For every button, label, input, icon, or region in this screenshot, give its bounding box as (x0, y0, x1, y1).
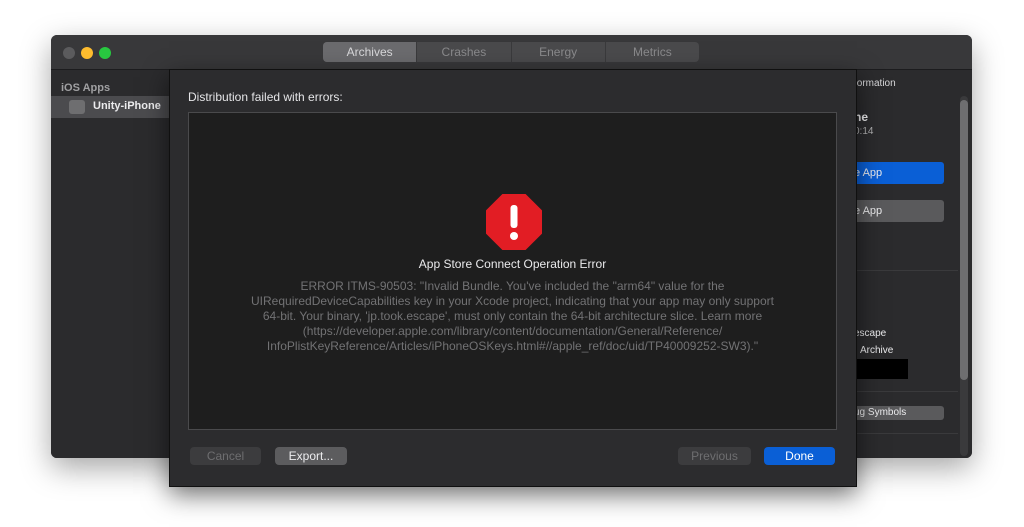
close-window-button[interactable] (63, 47, 75, 59)
export-button[interactable]: Export... (275, 447, 347, 465)
divider (854, 433, 958, 434)
download-debug-symbols-button[interactable]: ug Symbols (854, 406, 944, 420)
validate-app-button[interactable]: e App (854, 200, 944, 222)
error-title: App Store Connect Operation Error (418, 257, 607, 271)
sidebar-item-unity-iphone[interactable]: Unity-iPhone (51, 96, 169, 118)
title-bar: Archives Crashes Energy Metrics (51, 35, 972, 70)
bundle-identifier: escape (854, 328, 887, 339)
error-line: 64-bit. Your binary, 'jp.took.escape', m… (262, 309, 763, 323)
tab-metrics[interactable]: Metrics (606, 42, 699, 62)
done-button[interactable]: Done (764, 447, 835, 465)
error-line: (https://developer.apple.com/library/con… (302, 324, 723, 338)
error-stop-icon (486, 194, 542, 250)
divider (854, 270, 958, 271)
error-content-area: App Store Connect Operation Error ERROR … (188, 112, 837, 430)
sidebar-heading: iOS Apps (61, 82, 111, 94)
tab-energy[interactable]: Energy (512, 42, 606, 62)
sidebar-item-label: Unity-iPhone (93, 100, 161, 112)
error-message: ERROR ITMS-90503: "Invalid Bundle. You'v… (219, 279, 806, 354)
minimize-window-button[interactable] (81, 47, 93, 59)
scrollbar-thumb[interactable] (960, 100, 968, 380)
app-icon (69, 100, 85, 114)
archive-info-panel: formation ne 0:14 e App e App escape Arc… (854, 70, 972, 458)
error-line: ERROR ITMS-90503: "Invalid Bundle. You'v… (300, 279, 725, 293)
panel-scrollbar[interactable] (960, 96, 968, 456)
distribution-sheet: Distribution failed with errors: App Sto… (169, 69, 857, 487)
error-line: UIRequiredDeviceCapabilities key in your… (251, 294, 774, 308)
info-heading: formation (854, 78, 896, 89)
cancel-button[interactable]: Cancel (190, 447, 261, 465)
tab-crashes[interactable]: Crashes (417, 42, 512, 62)
archive-label: Archive (860, 345, 894, 356)
sheet-title: Distribution failed with errors: (188, 90, 343, 104)
error-line: InfoPlistKeyReference/Articles/iPhoneOSK… (266, 339, 759, 353)
section-tabs: Archives Crashes Energy Metrics (323, 42, 699, 62)
distribute-app-button[interactable]: e App (854, 162, 944, 184)
zoom-window-button[interactable] (99, 47, 111, 59)
archive-field (854, 359, 908, 379)
sidebar: iOS Apps Unity-iPhone (51, 70, 170, 458)
tab-archives[interactable]: Archives (323, 42, 418, 62)
previous-button[interactable]: Previous (678, 447, 751, 465)
divider (854, 391, 958, 392)
